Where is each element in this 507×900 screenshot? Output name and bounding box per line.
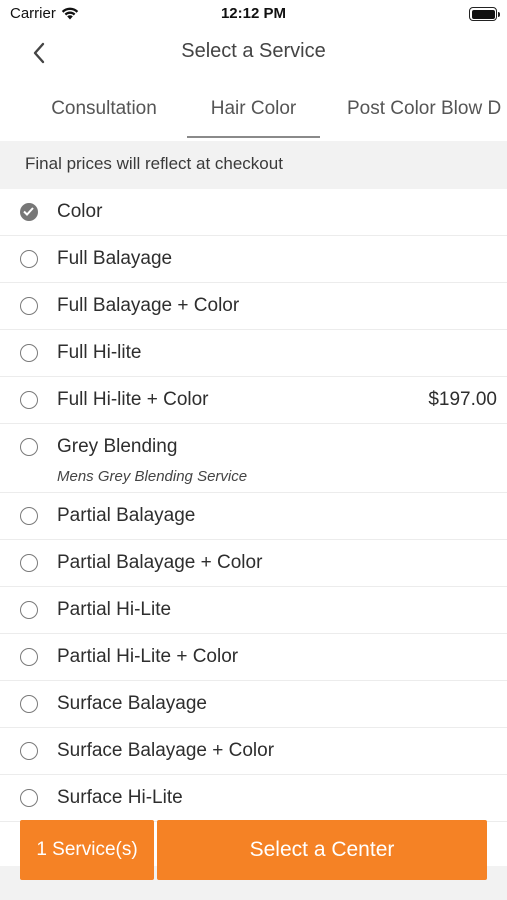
service-row[interactable]: Grey Blending Mens Grey Blending Service [0, 424, 507, 493]
service-name: Surface Balayage + Color [57, 740, 275, 761]
service-row[interactable]: Surface Balayage [0, 681, 507, 728]
radio-checked-icon[interactable] [20, 203, 38, 221]
service-subtitle: Mens Grey Blending Service [57, 468, 248, 485]
service-row[interactable]: Partial Balayage [0, 493, 507, 540]
service-row[interactable]: Partial Hi-Lite [0, 587, 507, 634]
service-row[interactable]: Full Hi-lite + Color $197.00 [0, 377, 507, 424]
service-row[interactable]: Full Balayage [0, 236, 507, 283]
radio-icon[interactable] [20, 554, 38, 572]
radio-icon[interactable] [20, 297, 38, 315]
radio-icon[interactable] [20, 507, 38, 525]
radio-icon[interactable] [20, 648, 38, 666]
service-name: Partial Hi-Lite [57, 599, 172, 620]
service-name: Full Balayage [57, 248, 173, 269]
service-row[interactable]: Surface Balayage + Color [0, 728, 507, 775]
category-tabs: Consultation Hair Color Post Color Blow … [0, 86, 507, 138]
radio-icon[interactable] [20, 250, 38, 268]
service-name: Grey Blending [57, 436, 178, 457]
page-title: Select a Service [181, 40, 326, 62]
service-name: Surface Balayage [57, 693, 207, 714]
radio-icon[interactable] [20, 742, 38, 760]
service-name: Full Balayage + Color [57, 295, 240, 316]
service-price: $197.00 [428, 389, 497, 410]
service-row[interactable]: Surface Hi-Lite [0, 775, 507, 822]
service-row[interactable]: Color [0, 189, 507, 236]
status-bar: Carrier 12:12 PM [0, 0, 507, 30]
status-time: 12:12 PM [220, 5, 287, 22]
service-list: Color Full Balayage Full Balayage + Colo… [0, 189, 507, 822]
radio-icon[interactable] [20, 438, 38, 456]
select-center-button[interactable]: Select a Center [157, 820, 487, 880]
service-name: Partial Hi-Lite + Color [57, 646, 239, 667]
service-name: Surface Hi-Lite [57, 787, 183, 808]
service-row[interactable]: Full Hi-lite [0, 330, 507, 377]
radio-icon[interactable] [20, 789, 38, 807]
price-note-banner: Final prices will reflect at checkout [0, 141, 507, 189]
battery-icon [469, 7, 500, 21]
service-name: Partial Balayage [57, 505, 196, 526]
radio-icon[interactable] [20, 601, 38, 619]
service-row[interactable]: Partial Balayage + Color [0, 540, 507, 587]
radio-icon[interactable] [20, 344, 38, 362]
tab-hair-color[interactable]: Hair Color [187, 86, 320, 138]
service-name: Partial Balayage + Color [57, 552, 263, 573]
battery-level [471, 9, 495, 19]
radio-icon[interactable] [20, 695, 38, 713]
service-name: Full Hi-lite + Color [57, 389, 209, 410]
service-name: Full Hi-lite [57, 342, 142, 363]
tab-consultation[interactable]: Consultation [30, 86, 178, 138]
tab-post-color-blow-dry[interactable]: Post Color Blow D [347, 86, 507, 138]
nav-bar: Select a Service [0, 30, 507, 74]
checkmark-icon [23, 207, 34, 216]
selected-count-button[interactable]: 1 Service(s) [20, 820, 154, 880]
service-row[interactable]: Full Balayage + Color [0, 283, 507, 330]
service-row[interactable]: Partial Hi-Lite + Color [0, 634, 507, 681]
radio-icon[interactable] [20, 391, 38, 409]
service-name: Color [57, 201, 103, 222]
